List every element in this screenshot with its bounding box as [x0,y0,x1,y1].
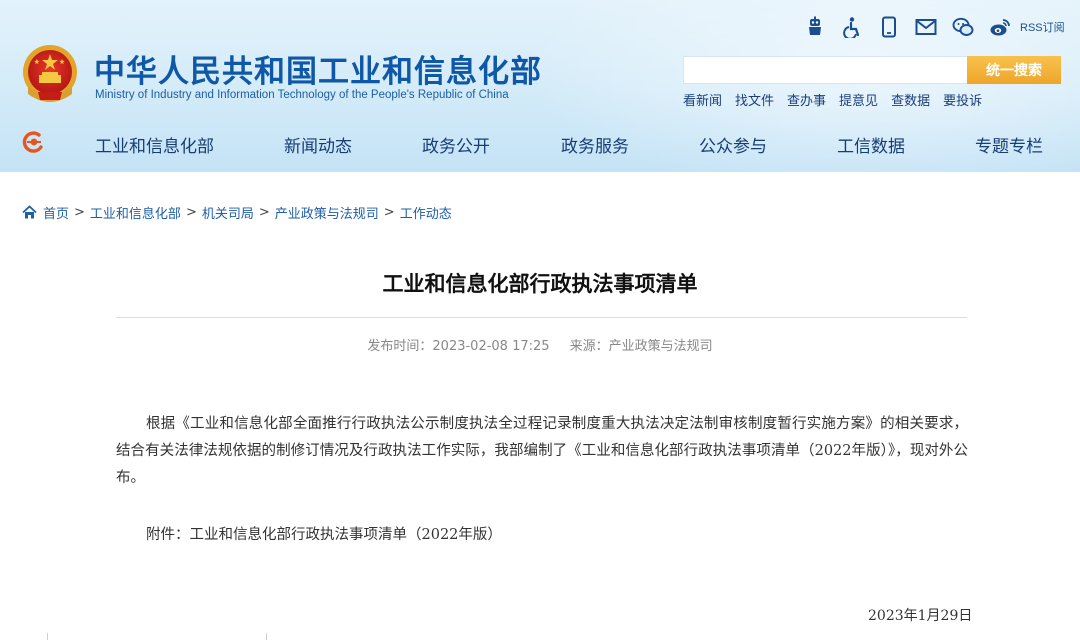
article-title: 工业和信息化部行政执法事项清单 [382,272,698,296]
breadcrumb-policy-dept[interactable]: 产业政策与法规司 [275,203,379,222]
nav-item-news[interactable]: 新闻动态 [284,132,352,157]
search-button[interactable]: 统一搜索 [967,56,1061,84]
attachment-link[interactable]: 工业和信息化部行政执法事项清单（2022年版） [190,527,502,543]
search-input[interactable] [683,56,967,84]
article-date: 2023年1月29日 [868,608,973,624]
quick-link-complaint[interactable]: 要投诉 [943,90,982,109]
site-title-english: Ministry of Industry and Information Tec… [95,89,509,101]
breadcrumb-separator: > [74,204,85,220]
article-meta: 发布时间：2023-02-08 17:25 来源：产业政策与法规司 [0,335,1080,354]
quick-link-news[interactable]: 看新闻 [683,90,722,109]
bottom-edge-mark [47,633,48,640]
weibo-icon[interactable] [987,14,1013,40]
title-divider [116,317,967,318]
nav-item-data[interactable]: 工信数据 [837,132,905,157]
publish-time: 2023-02-08 17:25 [432,339,550,354]
site-header: 中华人民共和国工业和信息化部 Ministry of Industry and … [0,0,1080,172]
publish-time-label: 发布时间： [367,339,433,354]
nav-item-topics[interactable]: 专题专栏 [975,132,1043,157]
wechat-icon[interactable] [950,14,976,40]
nav-item-gov-services[interactable]: 政务服务 [561,132,629,157]
breadcrumb-separator: > [258,204,270,220]
main-nav: 工业和信息化部 新闻动态 政务公开 政务服务 公众参与 工信数据 专题专栏 [0,115,1080,172]
breadcrumb: 首页 > 工业和信息化部 > 机关司局 > 产业政策与法规司 > 工作动态 [22,203,452,222]
breadcrumb-home[interactable]: 首页 [43,203,69,222]
breadcrumb-separator: > [383,204,395,220]
accessibility-icon[interactable] [839,14,865,40]
mobile-icon[interactable] [876,14,902,40]
attachment-line: 附件：工业和信息化部行政执法事项清单（2022年版） [146,523,502,544]
nav-item-gov-affairs[interactable]: 政务公开 [422,132,490,157]
home-icon[interactable] [22,204,37,220]
quick-link-data[interactable]: 查数据 [891,90,930,109]
header-tools: RSS订阅 [802,14,1065,40]
breadcrumb-ministry[interactable]: 工业和信息化部 [90,203,181,222]
bottom-edge-mark [266,633,267,640]
quick-links: 看新闻 找文件 查办事 提意见 查数据 要投诉 [683,90,995,109]
site-title[interactable]: 中华人民共和国工业和信息化部 [94,46,542,91]
national-emblem-icon [23,45,77,102]
breadcrumb-separator: > [185,204,197,220]
quick-link-feedback[interactable]: 提意见 [839,90,878,109]
nav-item-public-participation[interactable]: 公众参与 [699,132,767,157]
mail-icon[interactable] [913,14,939,40]
article-paragraph: 根据《工业和信息化部全面推行行政执法公示制度执法全过程记录制度重大执法决定法制审… [116,416,968,486]
rss-link[interactable]: RSS订阅 [1020,19,1065,35]
breadcrumb-departments[interactable]: 机关司局 [202,203,254,222]
breadcrumb-work-news[interactable]: 工作动态 [400,203,452,222]
article-source: 产业政策与法规司 [608,339,713,354]
source-label: 来源： [569,339,609,354]
attachment-label: 附件： [146,527,190,543]
nav-item-ministry[interactable]: 工业和信息化部 [95,132,214,157]
ai-assistant-icon[interactable] [802,14,828,40]
site-logo-icon[interactable] [20,129,46,155]
quick-link-services[interactable]: 查办事 [787,90,826,109]
quick-link-files[interactable]: 找文件 [735,90,774,109]
